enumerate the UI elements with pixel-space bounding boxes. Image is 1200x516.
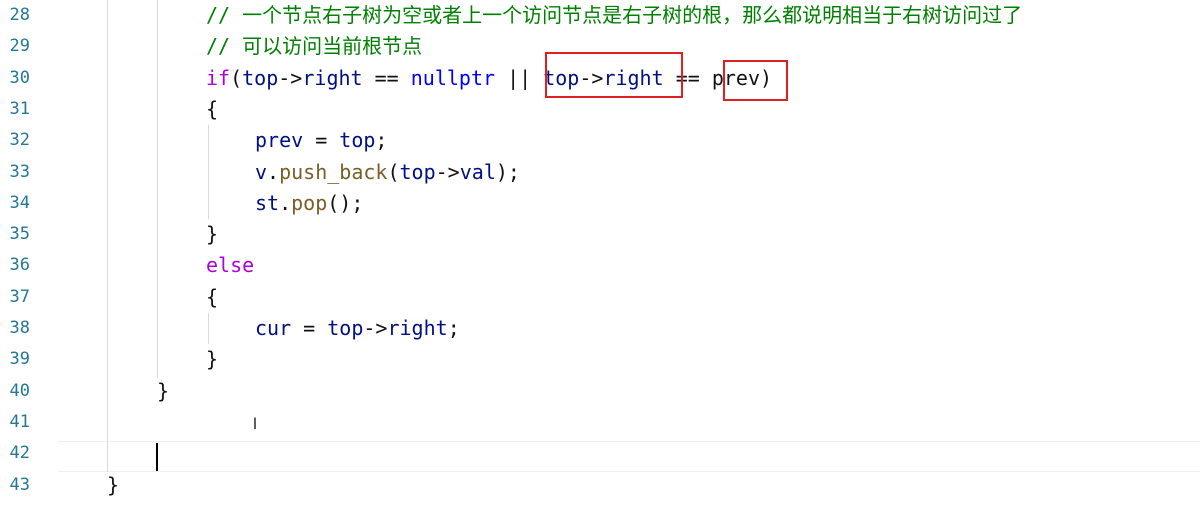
code-token: prev — [255, 128, 304, 153]
code-line[interactable]: 40} — [0, 376, 1200, 407]
line-number: 36 — [9, 255, 30, 276]
code-token: st — [255, 190, 280, 215]
code-token: ); — [495, 159, 520, 184]
line-number: 32 — [9, 130, 30, 151]
code-line[interactable]: 28 // 一个节点右子树为空或者上一个访问节点是右子树的根，那么都说明相当于右树… — [0, 0, 1200, 31]
code-token: cur — [255, 316, 292, 340]
code-token: else — [206, 253, 255, 278]
line-number: 41 — [9, 411, 30, 432]
line-number: 37 — [9, 286, 30, 307]
line-number: 42 — [9, 443, 30, 464]
code-token: = — [303, 128, 340, 153]
code-line[interactable]: 42 — [0, 438, 1200, 469]
code-token: top — [327, 316, 364, 340]
code-token: right — [302, 65, 363, 90]
code-token: top — [242, 65, 279, 90]
code-token: // 可以访问当前根节点 — [206, 34, 423, 59]
code-token: -> — [435, 159, 460, 184]
code-token: ; — [447, 316, 460, 340]
line-number: 33 — [9, 161, 30, 182]
highlight-box-prev — [723, 60, 788, 101]
line-number: 30 — [9, 67, 30, 88]
code-token: { — [206, 96, 219, 121]
code-token: { — [206, 284, 219, 309]
code-token: ( — [387, 159, 400, 184]
code-line[interactable]: 31 { — [0, 94, 1200, 125]
code-line[interactable]: 39} — [0, 344, 1200, 375]
code-text: { — [206, 282, 218, 313]
code-line[interactable]: 36 else — [0, 250, 1200, 281]
code-token: } — [206, 347, 219, 372]
text-caret — [156, 443, 158, 471]
code-token: top — [339, 128, 376, 153]
line-number: 43 — [9, 474, 30, 495]
code-line[interactable]: 32 prev = top; — [0, 125, 1200, 156]
code-token: val — [459, 159, 496, 184]
code-text: } — [206, 344, 218, 375]
code-token: = — [291, 316, 328, 340]
code-text: if(top->right == nullptr || top->right =… — [206, 63, 772, 94]
code-text: st.pop(); — [255, 188, 363, 219]
code-token: } — [157, 378, 170, 403]
code-text: } — [107, 470, 119, 501]
highlight-box-top-right — [545, 52, 683, 98]
code-text: } — [157, 376, 169, 407]
code-line[interactable]: 43} — [0, 470, 1200, 501]
code-line[interactable]: 33 v.push_back(top->val); — [0, 157, 1200, 188]
code-text: // 一个节点右子树为空或者上一个访问节点是右子树的根，那么都说明相当于右树访问… — [206, 0, 1022, 31]
line-number: 39 — [9, 349, 30, 370]
code-line[interactable]: 37 { — [0, 282, 1200, 313]
code-token: ( — [230, 65, 243, 90]
code-text: } — [206, 219, 218, 250]
code-line[interactable]: 38 cur = top->right; — [0, 313, 1200, 344]
code-token: top — [399, 159, 436, 184]
code-token: pop — [291, 190, 328, 215]
code-token: -> — [278, 65, 303, 90]
code-token: push_back — [279, 159, 388, 184]
code-token: ; — [375, 128, 388, 153]
code-text: else — [206, 250, 254, 281]
code-token: if — [206, 65, 231, 90]
code-token: == — [362, 65, 411, 90]
code-token: // 一个节点右子树为空或者上一个访问节点是右子树的根，那么都说明相当于右树访问… — [206, 3, 1023, 27]
code-text: // 可以访问当前根节点 — [206, 31, 422, 62]
code-text: prev = top; — [255, 125, 387, 156]
code-token: } — [206, 222, 219, 247]
code-text: { — [206, 94, 218, 125]
code-editor[interactable]: 28 // 一个节点右子树为空或者上一个访问节点是右子树的根，那么都说明相当于右树… — [0, 0, 1200, 516]
code-token: } — [107, 472, 120, 497]
code-line[interactable]: 41 — [0, 407, 1200, 438]
code-token: nullptr — [410, 65, 496, 90]
line-number: 34 — [9, 192, 30, 213]
line-number: 40 — [9, 380, 30, 401]
code-token: (); — [327, 190, 364, 215]
line-number: 31 — [9, 98, 30, 119]
line-number: 29 — [9, 36, 30, 57]
code-token: -> — [363, 316, 388, 340]
code-token: v — [255, 159, 268, 184]
code-text: v.push_back(top->val); — [255, 157, 520, 188]
line-number: 38 — [9, 318, 30, 338]
code-text: cur = top->right; — [255, 313, 460, 344]
code-token: right — [387, 316, 448, 340]
code-token: || — [495, 65, 544, 90]
text-cursor-icon: I — [252, 414, 258, 433]
line-number: 28 — [9, 5, 30, 25]
code-line[interactable]: 35} — [0, 219, 1200, 250]
line-number: 35 — [9, 224, 30, 245]
code-line[interactable]: 34 st.pop(); — [0, 188, 1200, 219]
code-token: . — [279, 190, 292, 215]
code-token: . — [267, 159, 280, 184]
